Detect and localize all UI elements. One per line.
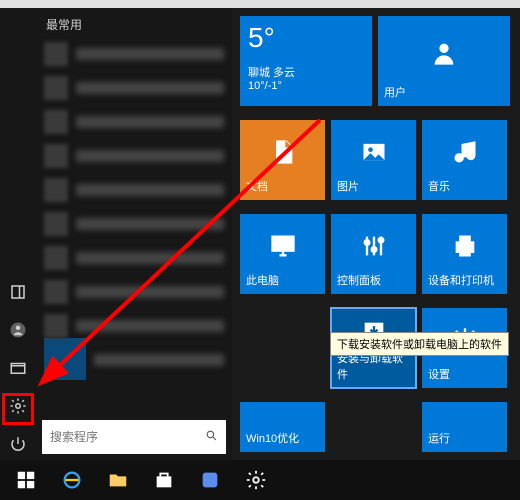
- power-icon[interactable]: [8, 434, 28, 454]
- app-list: [36, 37, 232, 416]
- search-icon[interactable]: [205, 429, 218, 445]
- sliders-icon: [337, 220, 410, 272]
- tile-label: 运行: [428, 430, 501, 446]
- tile-label: 文档: [246, 178, 319, 194]
- list-item[interactable]: [36, 173, 232, 207]
- taskbar-settings-icon[interactable]: [234, 460, 278, 500]
- tile-weather[interactable]: 5° 聊城 多云 10°/-1°: [240, 16, 372, 106]
- search-bar[interactable]: [42, 420, 226, 454]
- expand-icon[interactable]: [8, 282, 28, 302]
- user-icon: [384, 22, 504, 84]
- weather-location: 聊城 多云: [248, 64, 295, 80]
- taskbar-explorer-icon[interactable]: [96, 460, 140, 500]
- printer-icon: [428, 220, 501, 272]
- tile-label: 用户: [384, 84, 504, 100]
- tile-label: Win10优化: [246, 430, 319, 446]
- weather-temp: 5°: [248, 24, 275, 52]
- tile-label: 设备和打印机: [428, 272, 501, 288]
- tile-label: 此电脑: [246, 272, 319, 288]
- list-item[interactable]: [36, 71, 232, 105]
- tile-win10-optimize[interactable]: Win10优化: [240, 402, 325, 452]
- list-item[interactable]: [36, 275, 232, 309]
- search-input[interactable]: [50, 430, 205, 444]
- list-item[interactable]: [36, 139, 232, 173]
- picture-icon: [337, 126, 410, 178]
- tile-control-panel[interactable]: 控制面板: [331, 214, 416, 294]
- list-item[interactable]: [36, 207, 232, 241]
- user-account-icon[interactable]: [8, 320, 28, 340]
- list-item[interactable]: [36, 105, 232, 139]
- tile-this-pc[interactable]: 此电脑: [240, 214, 325, 294]
- list-item[interactable]: [36, 37, 232, 71]
- tile-label: 音乐: [428, 178, 501, 194]
- tile-devices-printers[interactable]: 设备和打印机: [422, 214, 507, 294]
- tile-music[interactable]: 音乐: [422, 120, 507, 200]
- tile-user[interactable]: 用户: [378, 16, 510, 106]
- file-explorer-icon[interactable]: [8, 358, 28, 378]
- settings-icon[interactable]: [8, 396, 28, 416]
- tooltip: 下载安装软件或卸载电脑上的软件: [330, 332, 509, 356]
- tile-documents[interactable]: 文档: [240, 120, 325, 200]
- list-item[interactable]: [36, 241, 232, 275]
- tile-label: 设置: [428, 366, 501, 382]
- weather-range: 10°/-1°: [248, 80, 282, 92]
- list-item[interactable]: [36, 309, 232, 343]
- taskbar-store-icon[interactable]: [142, 460, 186, 500]
- tile-grid: 5° 聊城 多云 10°/-1° 用户 文档 图片 音乐 此电脑 控制面板: [232, 8, 520, 460]
- tile-label: 控制面板: [337, 272, 410, 288]
- taskbar-ie-icon[interactable]: [50, 460, 94, 500]
- document-icon: [246, 126, 319, 178]
- music-icon: [428, 126, 501, 178]
- list-item[interactable]: [36, 343, 232, 377]
- start-button[interactable]: [4, 460, 48, 500]
- tile-run[interactable]: 运行: [422, 402, 507, 452]
- most-used-header: 最常用: [36, 8, 232, 37]
- taskbar: [0, 460, 520, 500]
- tile-pictures[interactable]: 图片: [331, 120, 416, 200]
- tile-label: 图片: [337, 178, 410, 194]
- taskbar-app-icon[interactable]: [188, 460, 232, 500]
- monitor-icon: [246, 220, 319, 272]
